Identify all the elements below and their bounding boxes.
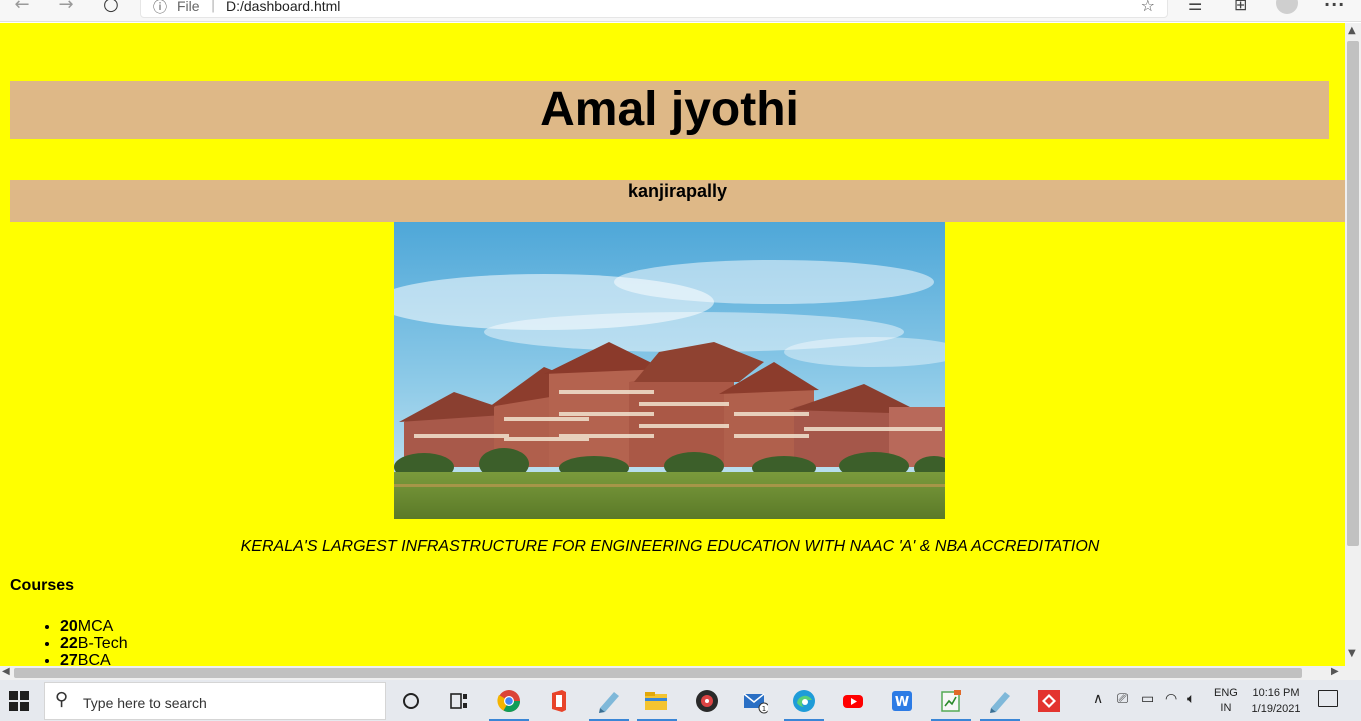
wifi-icon[interactable]: ◠ <box>1165 691 1177 707</box>
anydesk-icon[interactable] <box>1036 688 1062 714</box>
title-banner: Amal jyothi <box>10 81 1329 139</box>
battery-icon[interactable]: ▭ <box>1141 691 1154 707</box>
more-options-icon[interactable]: ··· <box>1324 0 1345 14</box>
wps-writer-icon[interactable]: W <box>889 688 915 714</box>
course-name: BCA <box>77 652 111 666</box>
notes-app-icon[interactable] <box>938 688 964 714</box>
favorites-icon[interactable]: ☰ <box>1188 0 1202 14</box>
url-text[interactable]: D:/dashboard.html <box>226 0 340 14</box>
browser-toolbar: ← → ○ ⓘ File | D:/dashboard.html ☆ ☰ ⊞ ·… <box>0 0 1361 22</box>
windows-taskbar: ⚲ Type here to search 1 W ∧ ⎚ ▭ ◠ 🔈︎ ENG… <box>0 680 1361 721</box>
search-icon: ⚲ <box>55 689 69 710</box>
course-name: B-Tech <box>77 635 128 652</box>
file-label: File <box>177 0 200 14</box>
campus-building-image <box>394 222 945 519</box>
volume-icon[interactable]: 🔈︎ <box>1187 691 1195 707</box>
course-name: MCA <box>77 618 114 635</box>
scroll-down-icon[interactable]: ▼ <box>1348 648 1356 659</box>
file-explorer-icon[interactable] <box>643 688 669 714</box>
office-icon[interactable] <box>546 688 572 714</box>
edge-icon[interactable] <box>791 688 817 714</box>
horizontal-scroll-thumb[interactable] <box>14 668 1302 678</box>
address-bar[interactable]: ⓘ File | D:/dashboard.html ☆ <box>140 0 1168 18</box>
vertical-scrollbar[interactable]: ▲ ▼ <box>1345 23 1361 666</box>
show-hidden-icons-icon[interactable]: ∧ <box>1093 691 1103 707</box>
windows-start-icon[interactable] <box>9 691 29 711</box>
notepad2-icon[interactable] <box>987 688 1013 714</box>
horizontal-scrollbar[interactable]: ◀ ▶ <box>0 666 1345 680</box>
lang-line-1: ENG <box>1214 687 1238 699</box>
cortana-icon[interactable] <box>398 688 424 714</box>
media-player-icon[interactable] <box>694 688 720 714</box>
subtitle-banner: kanjirapally <box>10 180 1345 222</box>
course-list: 20MCA 22B-Tech 27BCA <box>60 618 128 666</box>
chrome-icon[interactable] <box>496 688 522 714</box>
course-count: 22 <box>60 635 78 652</box>
refresh-icon[interactable]: ○ <box>97 0 125 18</box>
profile-avatar-icon[interactable] <box>1276 0 1298 14</box>
list-item: 27BCA <box>60 652 128 666</box>
page-title: Amal jyothi <box>540 83 799 136</box>
favorite-star-icon[interactable]: ☆ <box>1141 0 1155 15</box>
list-item: 22B-Tech <box>60 635 128 652</box>
lang-line-2: IN <box>1220 702 1232 714</box>
scroll-up-icon[interactable]: ▲ <box>1348 25 1356 36</box>
vertical-scroll-thumb[interactable] <box>1347 41 1359 546</box>
notification-center-icon[interactable] <box>1318 690 1338 707</box>
courses-heading: Courses <box>10 577 75 594</box>
search-placeholder: Type here to search <box>83 695 207 711</box>
mail-badge: 1 <box>762 705 766 713</box>
notepad-icon[interactable] <box>596 688 622 714</box>
back-icon[interactable]: ← <box>8 0 36 18</box>
svg-text:W: W <box>895 695 909 710</box>
address-separator: | <box>211 0 216 13</box>
clock[interactable]: 10:16 PM 1/19/2021 <box>1244 685 1308 717</box>
clock-time: 10:16 PM <box>1252 687 1300 699</box>
info-icon[interactable]: ⓘ <box>153 0 167 17</box>
page-subtitle: kanjirapally <box>627 181 728 201</box>
collections-icon[interactable]: ⊞ <box>1234 0 1247 14</box>
course-count: 27 <box>60 652 78 666</box>
page-viewport: Amal jyothi kanjirapally KERALA'S LARGES… <box>0 23 1345 666</box>
youtube-icon[interactable] <box>840 688 866 714</box>
task-view-icon[interactable] <box>446 688 472 714</box>
list-item: 20MCA <box>60 618 128 635</box>
mail-icon[interactable]: 1 <box>742 688 768 714</box>
scroll-corner <box>1345 666 1361 680</box>
scroll-left-icon[interactable]: ◀ <box>2 666 10 677</box>
campus-photo <box>394 222 945 519</box>
taskbar-search-input[interactable]: ⚲ Type here to search <box>44 682 386 720</box>
scroll-right-icon[interactable]: ▶ <box>1331 666 1339 677</box>
tagline: KERALA'S LARGEST INFRASTRUCTURE FOR ENGI… <box>240 538 1100 555</box>
course-count: 20 <box>60 618 78 635</box>
language-indicator[interactable]: ENG IN <box>1214 686 1238 716</box>
meet-now-icon[interactable]: ⎚ <box>1117 691 1128 707</box>
clock-date: 1/19/2021 <box>1251 703 1301 715</box>
forward-icon[interactable]: → <box>52 0 80 18</box>
